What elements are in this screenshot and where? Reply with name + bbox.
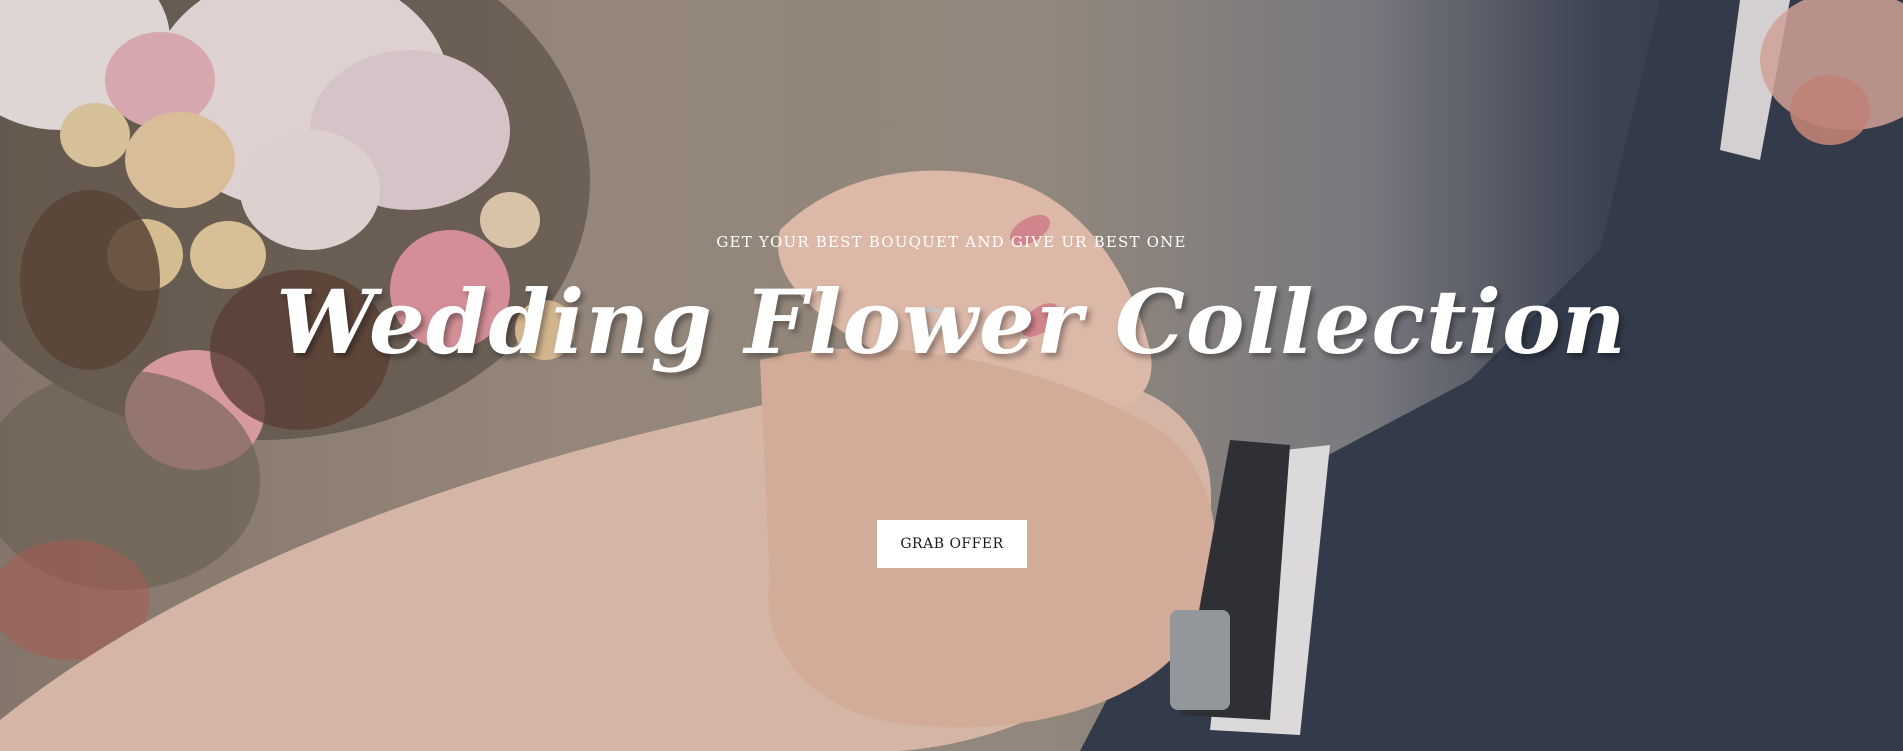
hero-title: Wedding Flower Collection <box>276 270 1627 374</box>
hero-subtitle: GET YOUR BEST BOUQUET AND GIVE UR BEST O… <box>716 233 1187 251</box>
hero-content: GET YOUR BEST BOUQUET AND GIVE UR BEST O… <box>0 0 1903 751</box>
grab-offer-button[interactable]: GRAB OFFER <box>877 520 1027 568</box>
hero-banner: GET YOUR BEST BOUQUET AND GIVE UR BEST O… <box>0 0 1903 751</box>
